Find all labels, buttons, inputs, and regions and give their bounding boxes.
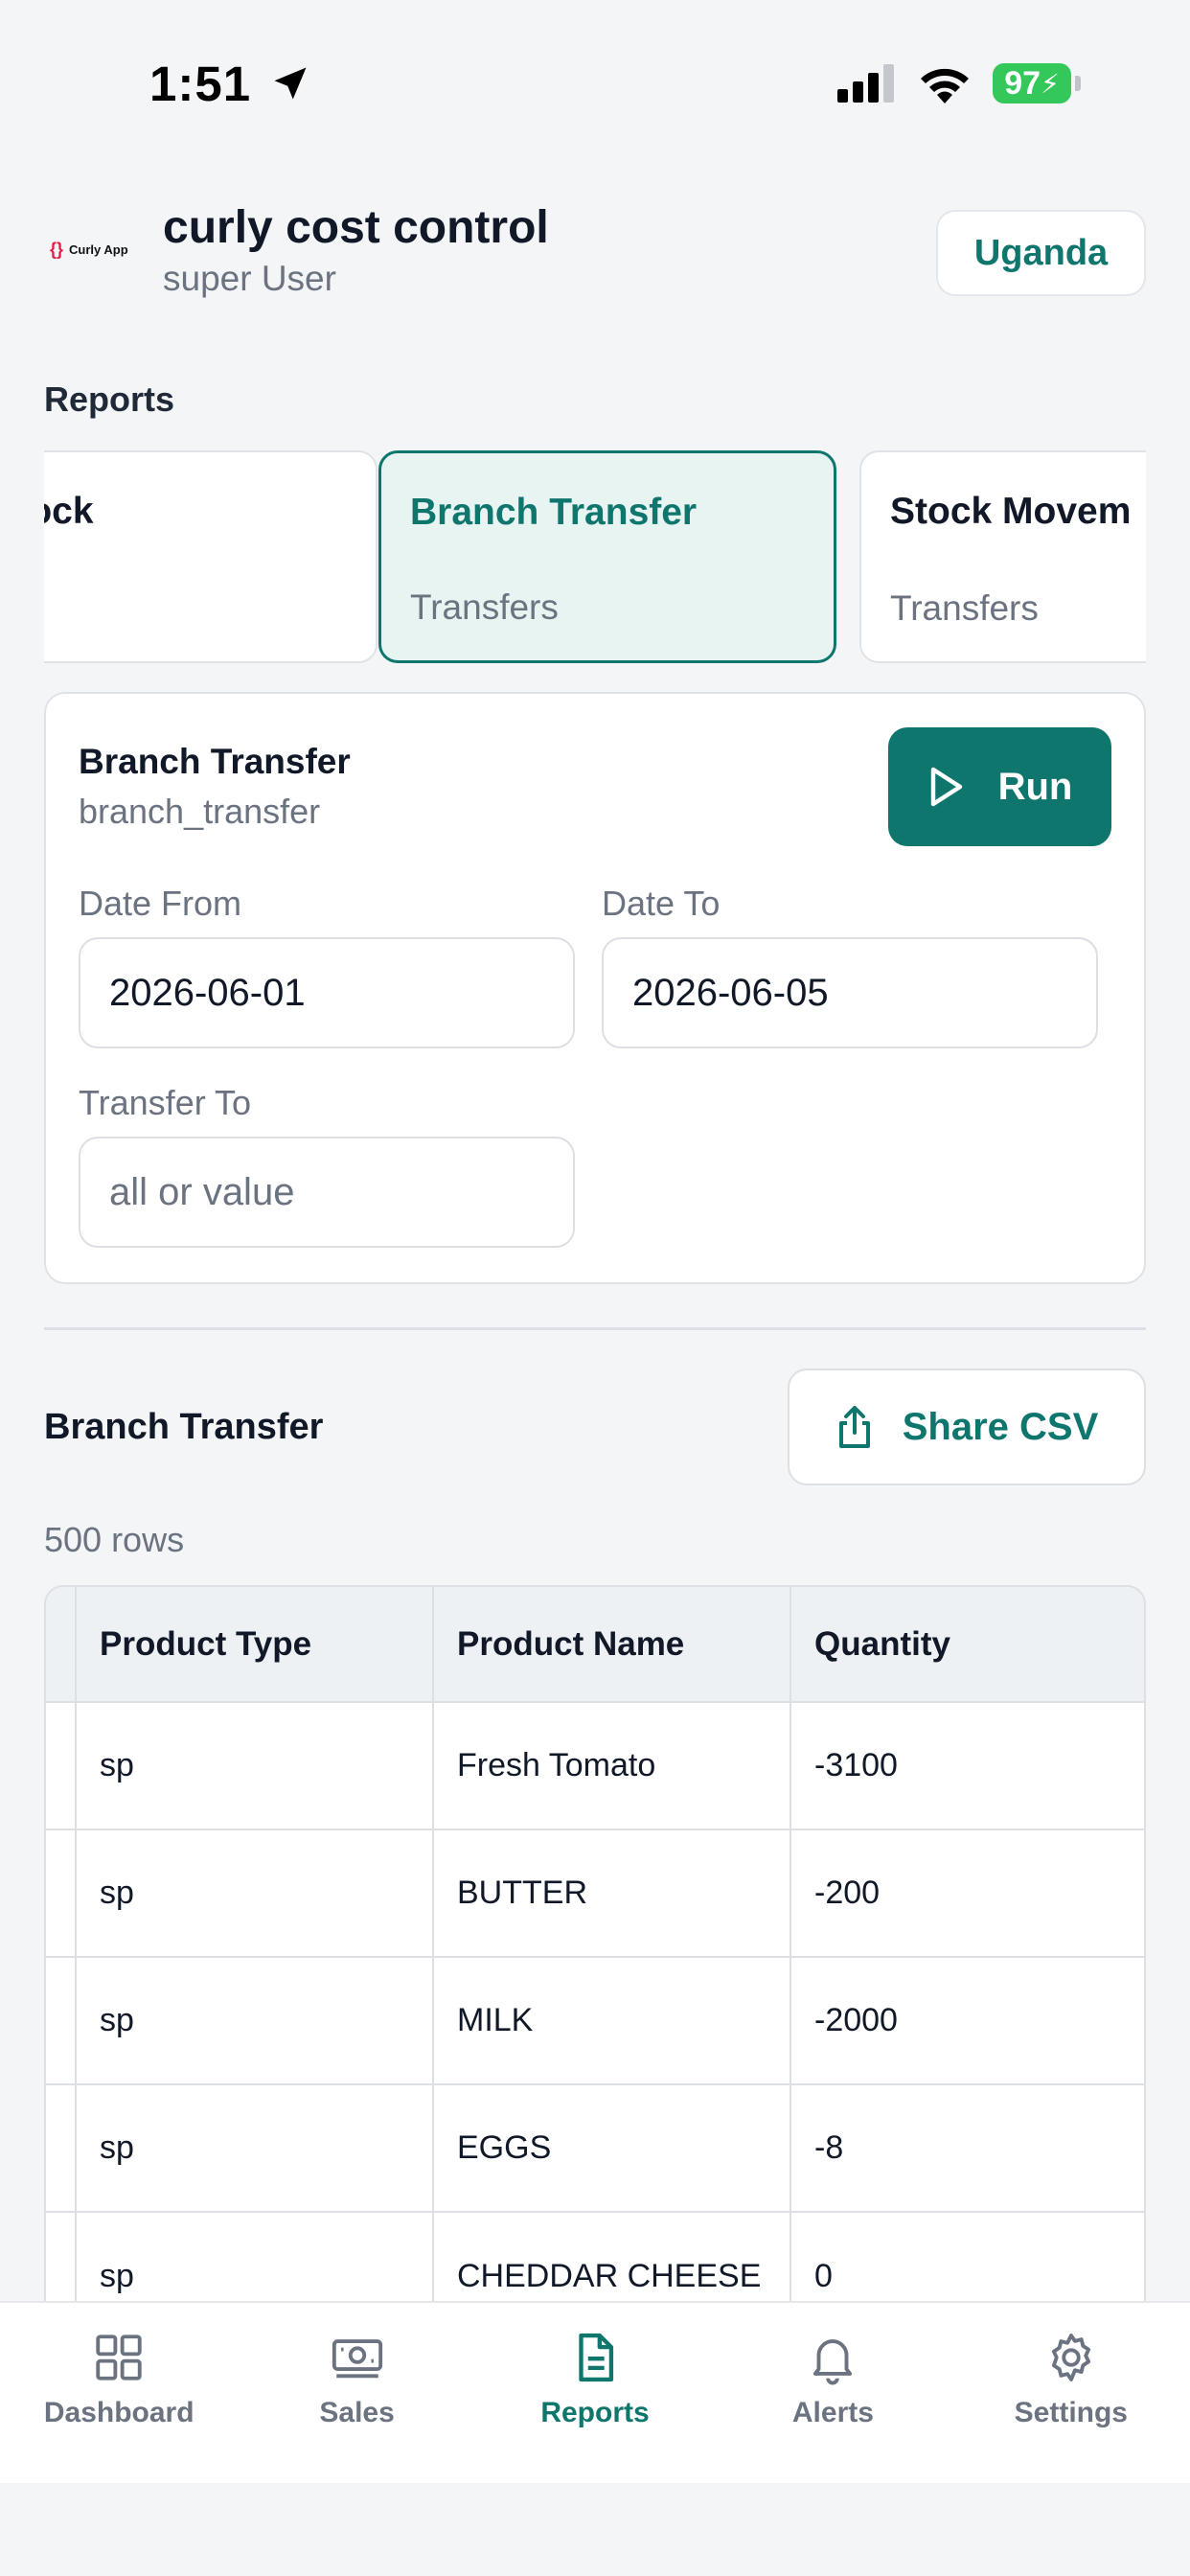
column-header[interactable]: Product Type [75,1587,432,1701]
table-row[interactable]: sp EGGS -8 [46,2085,1144,2213]
nav-settings[interactable]: Settings [952,2303,1190,2483]
card-title: ly Stock tory [44,491,94,532]
cash-icon [332,2339,382,2379]
table-cell: -2000 [790,1958,1144,2083]
gear-icon [1051,2334,1090,2381]
card-subtitle: Transfers [410,587,559,627]
share-csv-button[interactable]: Share CSV [788,1368,1146,1485]
table-cell: -200 [790,1830,1144,1956]
table-cell: CHEDDAR CHEESE [432,2213,790,2313]
reports-section-label: Reports [44,380,175,419]
user-role: super User [163,259,336,298]
results-title: Branch Transfer [44,1407,324,1447]
report-code: branch_transfer [79,792,321,831]
card-title: Stock Movem [890,491,1132,532]
table-row[interactable]: sp MILK -2000 [46,1958,1144,2085]
run-button[interactable]: Run [888,727,1111,846]
report-title: Branch Transfer [79,742,351,781]
battery-cap [1075,76,1081,91]
column-header[interactable]: Product Name [432,1587,790,1701]
report-card-branch-transfer[interactable]: Branch Transfer Transfers [378,450,836,663]
section-divider [44,1327,1146,1330]
row-count: 500 rows [44,1520,185,1559]
location-arrow-icon [274,67,307,100]
nav-label: Reports [540,2397,650,2428]
nav-label: Dashboard [43,2397,195,2428]
status-icons: 97 ⚡ [837,63,1081,104]
status-time: 1:51 [149,56,311,112]
table-cell: -3100 [790,1703,1144,1828]
grid-icon [96,2334,142,2380]
table-cell: sp [75,1830,432,1956]
signal-icon [837,64,894,103]
table-cell: sp [75,2213,432,2313]
nav-label: Settings [1014,2397,1128,2428]
table-row[interactable]: sp BUTTER -200 [46,1830,1144,1958]
play-icon [930,767,962,807]
nav-sales[interactable]: Sales [238,2303,475,2483]
table-cell: sp [75,1958,432,2083]
table-cell: Fresh Tomato [432,1703,790,1828]
bottom-nav: Dashboard Sales Reports Alerts Settings [0,2301,1190,2483]
nav-alerts[interactable]: Alerts [714,2303,951,2483]
report-card-stock-history[interactable]: ly Stock tory [44,450,378,663]
table-cell: sp [75,2085,432,2211]
table-cell: -8 [790,2085,1144,2211]
bell-icon [813,2339,853,2385]
table-cell: sp [75,1703,432,1828]
date-from-label: Date From [79,884,242,923]
nav-dashboard[interactable]: Dashboard [0,2303,238,2483]
table-row[interactable]: sp CHEDDAR CHEESE 0 [46,2213,1144,2313]
card-title: Branch Transfer [410,492,698,533]
date-to-label: Date To [602,884,721,923]
report-cards-carousel[interactable]: ly Stock tory Branch Transfer Transfers … [44,448,1146,666]
table-cell: MILK [432,1958,790,2083]
country-selector-button[interactable]: Uganda [936,210,1146,296]
wifi-icon [921,68,969,104]
table-cell: 0 [790,2213,1144,2313]
app-title: curly cost control [163,202,549,253]
app-logo: {} Curly App [50,240,128,259]
report-card-stock-movement[interactable]: Stock Movem Transfers [859,450,1146,663]
table-cell: BUTTER [432,1830,790,1956]
share-icon [838,1406,870,1448]
card-subtitle: Transfers [890,588,1039,628]
table-row[interactable]: sp Fresh Tomato -3100 [46,1703,1144,1830]
document-icon [579,2333,614,2382]
table-header-row: Product Type Product Name Quantity [46,1587,1144,1703]
results-table[interactable]: Product Type Product Name Quantity sp Fr… [44,1585,1146,2313]
nav-label: Alerts [791,2397,874,2428]
column-header[interactable]: Quantity [790,1587,1144,1701]
date-to-input[interactable]: 2026-06-05 [602,937,1098,1048]
battery-indicator: 97 ⚡ [993,63,1071,104]
transfer-to-input[interactable]: all or value [79,1137,575,1248]
date-from-input[interactable]: 2026-06-01 [79,937,575,1048]
nav-reports[interactable]: Reports [476,2303,714,2483]
table-cell: EGGS [432,2085,790,2211]
transfer-to-label: Transfer To [79,1083,252,1122]
nav-label: Sales [319,2397,395,2428]
